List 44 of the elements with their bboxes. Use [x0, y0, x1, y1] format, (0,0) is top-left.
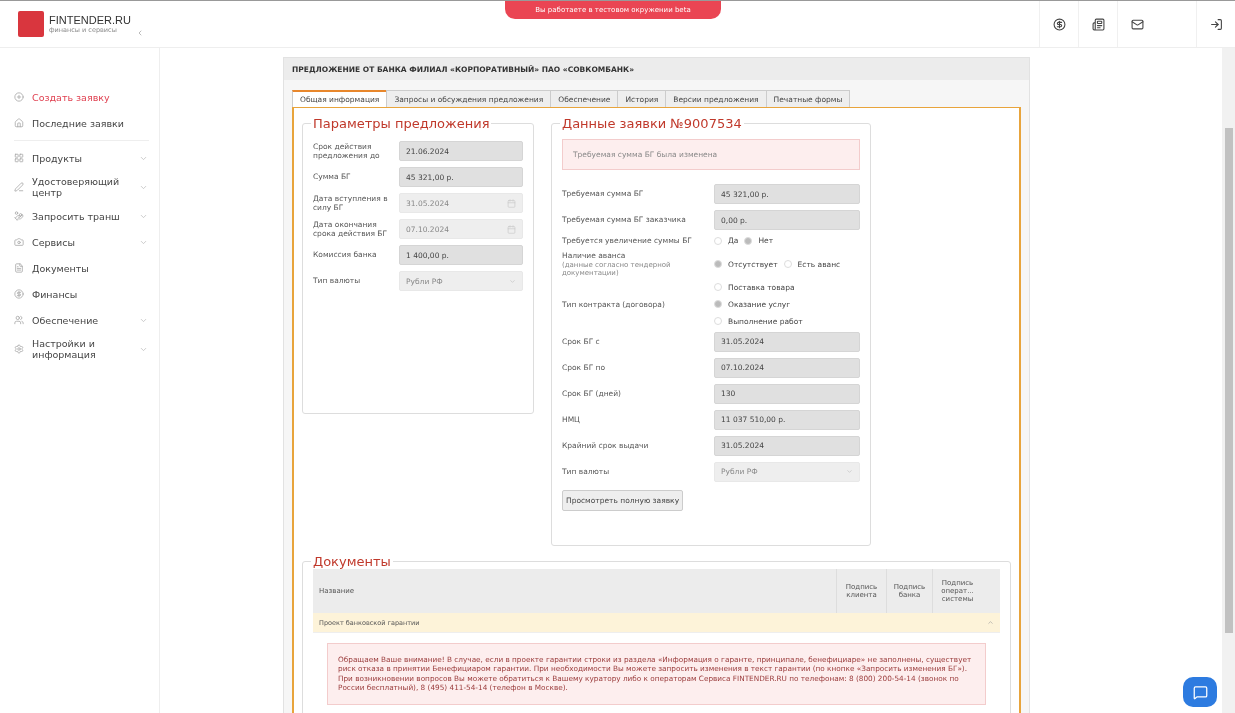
- users-icon: [14, 315, 24, 325]
- section-title: Данные заявки №9007534: [561, 116, 743, 131]
- document-icon: [14, 263, 24, 273]
- caret-icon: [509, 277, 516, 285]
- sidebar-item[interactable]: Сервисы: [6, 229, 152, 255]
- settings-icon: [14, 344, 24, 354]
- radio-button[interactable]: [714, 300, 722, 309]
- radio-button[interactable]: [783, 260, 792, 269]
- calendar-icon: [507, 198, 516, 208]
- sidebar-item[interactable]: Запросить транш: [6, 203, 152, 229]
- chat-icon: [1192, 684, 1208, 700]
- sidebar-item[interactable]: Удостоверяющий центр: [6, 171, 152, 203]
- coin-icon: [14, 289, 24, 299]
- sidebar-item[interactable]: Финансы: [6, 281, 152, 307]
- sidebar-item[interactable]: Продукты: [6, 145, 152, 171]
- sidebar-item[interactable]: Настройки и информация: [6, 333, 152, 365]
- calendar-icon: [507, 224, 516, 234]
- logo-icon: [18, 11, 44, 37]
- chevron-icon: [987, 619, 994, 626]
- coins-hand-icon: [14, 211, 24, 221]
- mail-icon: [1130, 17, 1144, 31]
- scrollbar[interactable]: [1222, 48, 1235, 713]
- chat-button[interactable]: [1183, 677, 1217, 707]
- sidebar-item[interactable]: Создать заявку: [6, 84, 152, 110]
- sidebar-item[interactable]: Документы: [6, 255, 152, 281]
- logout-icon: [1209, 17, 1223, 31]
- section-title: Документы: [312, 554, 392, 569]
- radio-button[interactable]: [714, 317, 722, 326]
- newspaper-icon: [1091, 17, 1105, 31]
- pen-icon: [14, 182, 24, 192]
- caret-icon: [846, 468, 853, 476]
- camera-icon: [14, 237, 24, 247]
- logo-name: FINTENDER.RU: [49, 14, 131, 26]
- plus-circle-icon: [14, 92, 24, 102]
- section-title: Параметры предложения: [312, 116, 491, 131]
- radio-button[interactable]: [714, 236, 722, 245]
- radio-button[interactable]: [714, 283, 722, 292]
- coin-icon: [1052, 17, 1066, 31]
- grid-icon: [14, 153, 24, 163]
- home-icon: [14, 118, 24, 128]
- radio-button[interactable]: [714, 260, 722, 269]
- radio-button[interactable]: [744, 236, 753, 245]
- sidebar-item[interactable]: Обеспечение: [6, 307, 152, 333]
- sidebar-item[interactable]: Последние заявки: [6, 110, 152, 136]
